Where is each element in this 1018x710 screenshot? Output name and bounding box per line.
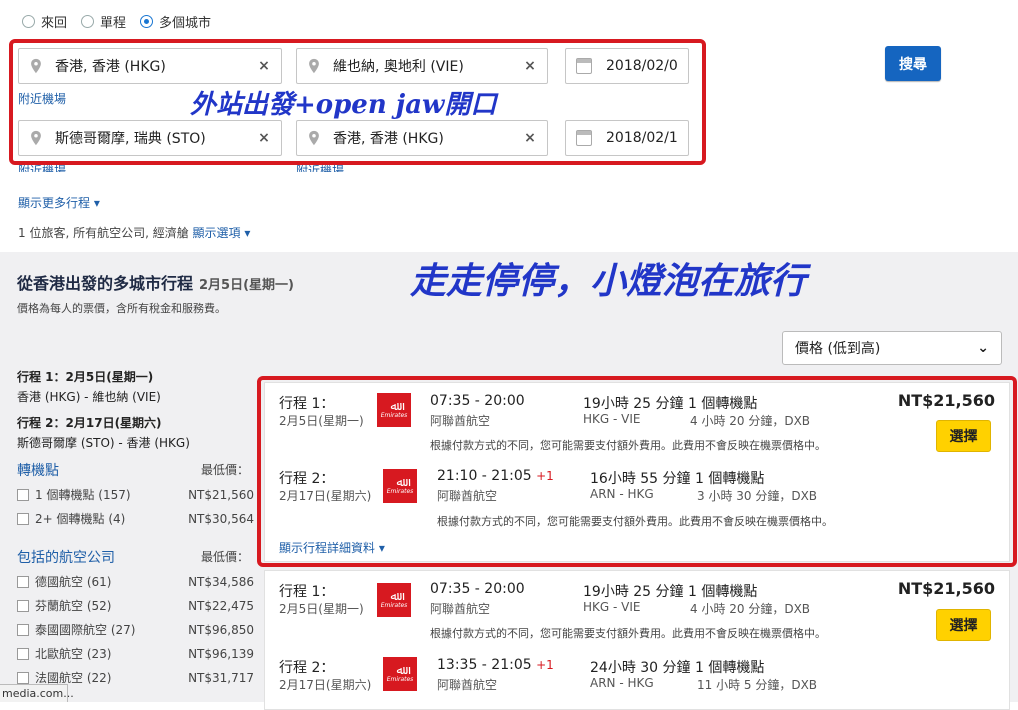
checkbox[interactable] — [17, 647, 29, 660]
trip-type-group: 來回 單程 多個城市 — [22, 10, 211, 32]
sidebar-trip2-title: 行程 2：2月17日(星期六) — [17, 416, 162, 430]
card2-leg1-airline: 阿聯酋航空 — [430, 602, 491, 616]
card2-leg2-airline: 阿聯酋航空 — [437, 678, 498, 692]
checkbox[interactable] — [17, 575, 29, 588]
radio-circle — [22, 14, 35, 28]
filter-airline-sas[interactable]: 北歐航空 (23) NT$96,139 — [17, 645, 254, 662]
checkbox[interactable] — [17, 623, 29, 636]
sidebar-trip1-route: 香港 (HKG) - 維也納 (VIE) — [17, 390, 161, 404]
emirates-logo-icon: ﷲ Emirates — [383, 657, 417, 691]
sidebar-trip1-title: 行程 1：2月5日(星期一) — [17, 370, 154, 384]
sort-value: 價格 (低到高) — [795, 341, 881, 357]
card2-leg1-route: HKG - VIE — [583, 600, 641, 614]
filter-airline-finnair[interactable]: 芬蘭航空 (52) NT$22,475 — [17, 597, 254, 614]
trip-type-multicity[interactable]: 多個城市 — [140, 12, 211, 31]
emirates-logo-icon: ﷲ Emirates — [377, 583, 411, 617]
search-summary: 1 位旅客, 所有航空公司, 經濟艙 顯示選項 ▾ — [18, 224, 250, 241]
card2-leg2-layover: 11 小時 5 分鐘，DXB — [697, 678, 818, 692]
card2-leg1-fee-note: 根據付款方式的不同，您可能需要支付額外費用。此費用不會反映在機票價格中。 — [430, 627, 826, 640]
airlines-lowest-price-label: 最低價： — [201, 550, 250, 564]
results-title: 從香港出發的多城市行程 2月5日(星期一) — [17, 274, 294, 293]
stops-filter-heading[interactable]: 轉機點 — [17, 460, 59, 480]
trip-type-oneway[interactable]: 單程 — [81, 12, 126, 31]
results-title-date: 2月5日(星期一) — [199, 278, 294, 293]
sort-select[interactable]: 價格 (低到高) ⌄ — [782, 331, 1002, 365]
card2-leg2-date: 2月17日(星期六) — [279, 678, 372, 692]
radio-circle-selected — [140, 14, 154, 28]
checkbox[interactable] — [17, 599, 29, 612]
card2-leg1-times: 07:35 - 20:00 — [430, 581, 525, 597]
trip-type-roundtrip[interactable]: 來回 — [22, 12, 67, 31]
card2-leg1-duration: 19小時 25 分鐘 1 個轉機點 — [583, 584, 758, 600]
show-more-trips-link[interactable]: 顯示更多行程 ▾ — [18, 194, 100, 211]
watermark-text: 走走停停，小燈泡在旅行 — [410, 260, 807, 302]
browser-status-bar: media.com... — [0, 684, 74, 702]
passenger-summary: 1 位旅客, 所有航空公司, 經濟艙 — [18, 226, 189, 240]
checkbox[interactable] — [17, 488, 29, 501]
filter-airline-lufthansa[interactable]: 德國航空 (61) NT$34,586 — [17, 573, 254, 590]
card2-leg2-duration: 24小時 30 分鐘 1 個轉機點 — [590, 660, 765, 676]
card2-price: NT$21,560 — [897, 579, 995, 598]
search-button[interactable]: 搜尋 — [885, 46, 941, 81]
stops-lowest-price-label: 最低價： — [201, 463, 250, 477]
chevron-down-icon: ⌄ — [977, 340, 989, 356]
card2-leg1-date: 2月5日(星期一) — [279, 602, 364, 616]
filter-stops-1[interactable]: 1 個轉機點 (157) NT$21,560 — [17, 486, 254, 503]
results-subtitle: 價格為每人的票價，含所有稅金和服務費。 — [17, 302, 226, 315]
highlight-frame-result — [257, 376, 1017, 567]
checkbox[interactable] — [17, 512, 29, 525]
card2-leg2-route: ARN - HKG — [590, 676, 654, 690]
result-card-2: 行程 1： 2月5日(星期一) ﷲ Emirates 07:35 - 20:00… — [264, 570, 1010, 710]
filter-airline-thai[interactable]: 泰國國際航空 (27) NT$96,850 — [17, 621, 254, 638]
filter-stops-2plus[interactable]: 2+ 個轉機點 (4) NT$30,564 — [17, 510, 254, 527]
show-options-link[interactable]: 顯示選項 ▾ — [193, 226, 251, 240]
card2-leg2-title: 行程 2： — [279, 660, 335, 676]
card2-leg1-title: 行程 1： — [279, 584, 335, 600]
radio-circle — [81, 14, 95, 28]
handwritten-note: 外站出發+open jaw開口 — [190, 90, 497, 120]
checkbox[interactable] — [17, 671, 29, 684]
card2-select-button[interactable]: 選擇 — [936, 609, 991, 641]
card2-leg1-layover: 4 小時 20 分鐘，DXB — [690, 602, 811, 616]
sidebar-trip2-route: 斯德哥爾摩 (STO) - 香港 (HKG) — [17, 436, 190, 450]
airlines-filter-heading[interactable]: 包括的航空公司 — [17, 547, 115, 567]
sidebar-trip2: 行程 2：2月17日(星期六) 斯德哥爾摩 (STO) - 香港 (HKG) — [17, 414, 190, 451]
card2-leg2-times: 13:35 - 21:05 +1 — [437, 657, 554, 673]
sidebar-trip1: 行程 1：2月5日(星期一) 香港 (HKG) - 維也納 (VIE) — [17, 368, 161, 405]
